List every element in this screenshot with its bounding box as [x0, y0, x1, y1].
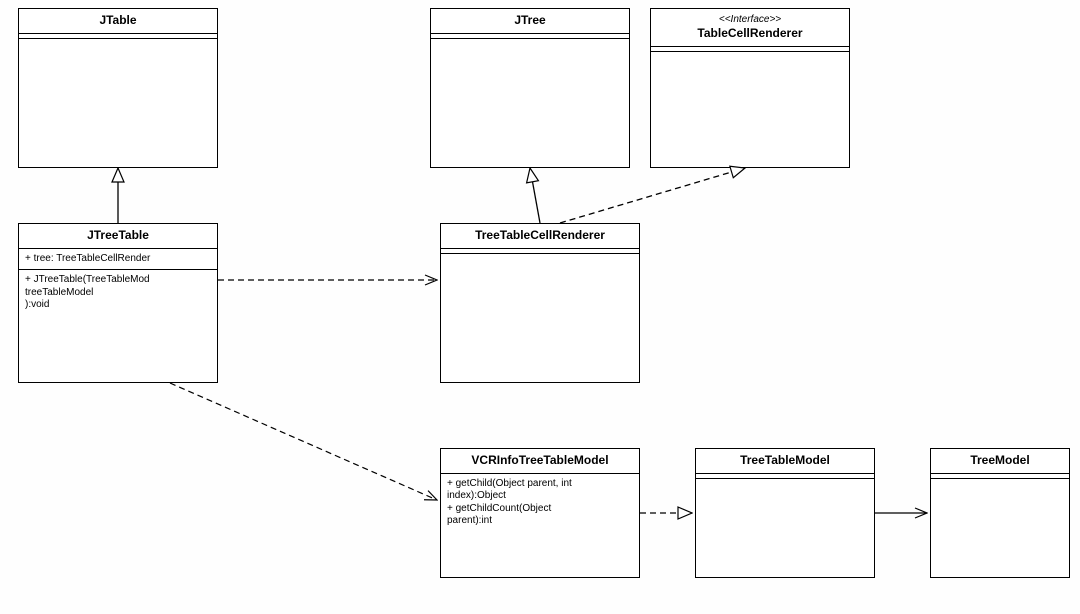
real-ttcr-tablecellrenderer [560, 168, 745, 223]
class-treetablemodel: TreeTableModel [695, 448, 875, 578]
class-title: <<Interface>> TableCellRenderer [651, 9, 849, 47]
class-treetablecellrenderer: TreeTableCellRenderer [440, 223, 640, 383]
class-title: JTable [19, 9, 217, 34]
class-attributes: + tree: TreeTableCellRender [19, 249, 217, 271]
class-title: JTree [431, 9, 629, 34]
class-title: TreeModel [931, 449, 1069, 474]
class-title: TreeTableCellRenderer [441, 224, 639, 249]
class-tablecellrenderer: <<Interface>> TableCellRenderer [650, 8, 850, 168]
gen-ttcr-jtree [530, 168, 540, 223]
class-body [19, 39, 217, 167]
class-jtable: JTable [18, 8, 218, 168]
class-body [696, 479, 874, 577]
class-jtreetable: JTreeTable + tree: TreeTableCellRender +… [18, 223, 218, 383]
class-title: JTreeTable [19, 224, 217, 249]
class-name: TableCellRenderer [697, 26, 802, 40]
class-treemodel: TreeModel [930, 448, 1070, 578]
class-title: VCRInfoTreeTableModel [441, 449, 639, 474]
class-title: TreeTableModel [696, 449, 874, 474]
dep-jtreetable-vcr [170, 383, 437, 500]
class-operations: + JTreeTable(TreeTableMod treeTableModel… [19, 270, 217, 382]
class-body [931, 479, 1069, 577]
class-jtree: JTree [430, 8, 630, 168]
class-body [431, 39, 629, 167]
stereotype: <<Interface>> [657, 13, 843, 26]
class-operations: + getChild(Object parent, int index):Obj… [441, 474, 639, 577]
class-body [441, 254, 639, 382]
class-vcrinfo: VCRInfoTreeTableModel + getChild(Object … [440, 448, 640, 578]
class-body [651, 52, 849, 167]
